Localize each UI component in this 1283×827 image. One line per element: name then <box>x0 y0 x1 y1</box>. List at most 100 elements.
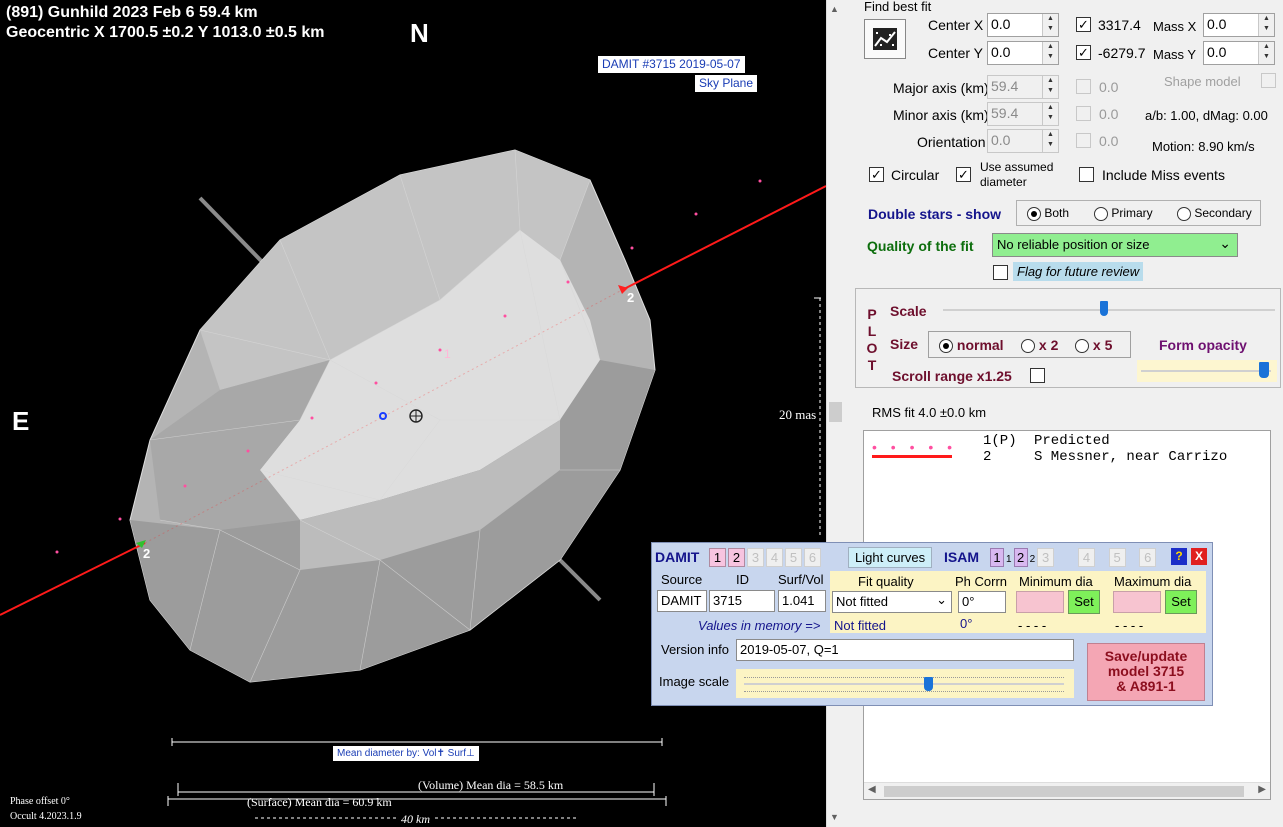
chord-2-label-start: 2 <box>143 546 151 561</box>
quality-label: Quality of the fit <box>867 238 974 254</box>
fit-quality-dropdown[interactable]: Not fitted ⌄ <box>832 591 952 613</box>
chord-1-label: 1 <box>444 347 451 361</box>
scroll-range-checkbox[interactable] <box>1030 368 1045 383</box>
quality-dropdown[interactable]: No reliable position or size ⌄ <box>992 233 1238 257</box>
motion-text: Motion: 8.90 km/s <box>1152 139 1255 154</box>
spin-arrows-icon[interactable]: ▲ ▼ <box>1258 14 1274 36</box>
spin-arrows-icon[interactable]: ▲ ▼ <box>1042 76 1058 98</box>
damit-model-3[interactable]: 3 <box>747 548 764 567</box>
isam-model-5[interactable]: 5 <box>1108 548 1126 567</box>
scroll-up-icon[interactable]: ▲ <box>830 4 839 14</box>
form-opacity-slider[interactable] <box>1137 360 1277 382</box>
fix-y-checkbox[interactable]: ✓ <box>1076 45 1091 60</box>
horizontal-scrollbar[interactable]: ◀ ▶ <box>864 782 1270 799</box>
scale-slider[interactable] <box>943 298 1275 320</box>
version-info-field[interactable]: 2019-05-07, Q=1 <box>736 639 1074 661</box>
chevron-down-icon: ⌄ <box>1219 235 1231 251</box>
source-field[interactable]: DAMIT <box>657 590 707 612</box>
h-scroll-thumb[interactable] <box>884 786 1244 797</box>
values-in-memory-label: Values in memory => <box>698 618 821 633</box>
save-update-button[interactable]: Save/update model 3715 & A891-1 <box>1087 643 1205 701</box>
help-icon[interactable]: ? <box>1171 548 1187 565</box>
image-scale-thumb[interactable] <box>924 677 933 691</box>
surfvol-field[interactable]: 1.041 <box>778 590 826 612</box>
scroll-thumb[interactable] <box>829 402 842 422</box>
source-label: Source <box>661 572 703 587</box>
major-axis-input[interactable]: 59.4 ▲ ▼ <box>987 75 1059 99</box>
close-icon[interactable]: X <box>1191 548 1207 565</box>
spin-arrows-icon[interactable]: ▲ ▼ <box>1042 42 1058 64</box>
plot-vertical-label: PLOT <box>866 306 878 373</box>
spin-arrows-icon[interactable]: ▲ ▼ <box>1258 42 1274 64</box>
light-curves-button[interactable]: Light curves <box>848 547 933 568</box>
surface-mean-dia: (Surface) Mean dia = 60.9 km <box>247 795 392 809</box>
include-miss-checkbox[interactable] <box>1079 167 1094 182</box>
y-value: -6279.7 <box>1098 45 1146 61</box>
volume-mean-dia: (Volume) Mean dia = 58.5 km <box>418 778 564 792</box>
radio-x2[interactable]: x 2 <box>1021 337 1058 354</box>
memory-max-dia: - - - - <box>1115 618 1144 633</box>
scroll-left-icon[interactable]: ◀ <box>868 784 876 795</box>
fix-major-checkbox[interactable] <box>1076 79 1091 94</box>
damit-model-5[interactable]: 5 <box>785 548 802 567</box>
damit-model-1[interactable]: 1 <box>709 548 726 567</box>
size-group: normal x 2 x 5 <box>928 331 1131 358</box>
image-scale-slider[interactable] <box>736 669 1074 698</box>
damit-model-tag: DAMIT #3715 2019-05-07 <box>598 56 745 73</box>
id-label: ID <box>736 572 749 587</box>
damit-model-6[interactable]: 6 <box>804 548 821 567</box>
fix-orientation-checkbox[interactable] <box>1076 133 1091 148</box>
find-best-fit-label: Find best fit <box>864 0 932 14</box>
max-dia-field[interactable] <box>1113 591 1161 613</box>
circular-checkbox[interactable]: ✓ <box>869 167 884 182</box>
radio-both[interactable]: Both <box>1027 206 1069 221</box>
orientation-input[interactable]: 0.0 ▲ ▼ <box>987 129 1059 153</box>
legend-2-text: S Messner, near Carrizo <box>1034 449 1228 465</box>
ph-corrn-label: Ph Corrn <box>955 574 1008 589</box>
id-field[interactable]: 3715 <box>709 590 775 612</box>
radio-primary[interactable]: Primary <box>1094 206 1153 221</box>
east-label: E <box>12 406 30 436</box>
fix-minor-checkbox[interactable] <box>1076 106 1091 121</box>
best-fit-icon <box>873 28 897 50</box>
fix-x-checkbox[interactable]: ✓ <box>1076 17 1091 32</box>
spin-arrows-icon[interactable]: ▲ ▼ <box>1042 130 1058 152</box>
scroll-right-icon[interactable]: ▶ <box>1258 784 1266 795</box>
damit-model-4[interactable]: 4 <box>766 548 783 567</box>
center-x-input[interactable]: 0.0 ▲ ▼ <box>987 13 1059 37</box>
use-assumed-label: Use assumed diameter <box>980 160 1054 189</box>
set-max-dia-button[interactable]: Set <box>1165 590 1197 614</box>
opacity-slider-thumb[interactable] <box>1259 362 1269 378</box>
min-dia-field[interactable] <box>1016 591 1064 613</box>
mass-y-input[interactable]: 0.0 ▲ ▼ <box>1203 41 1275 65</box>
scale-slider-thumb[interactable] <box>1100 301 1108 316</box>
set-min-dia-button[interactable]: Set <box>1068 590 1100 614</box>
isam-model-3[interactable]: 3 <box>1037 548 1055 567</box>
shape-model-label: Shape model <box>1164 74 1241 89</box>
minor-axis-input[interactable]: 59.4 ▲ ▼ <box>987 102 1059 126</box>
center-y-input[interactable]: 0.0 ▲ ▼ <box>987 41 1059 65</box>
isam-model-2[interactable]: 2 <box>1013 548 1028 567</box>
radio-x5[interactable]: x 5 <box>1075 337 1112 354</box>
mass-x-input[interactable]: 0.0 ▲ ▼ <box>1203 13 1275 37</box>
isam-model-4[interactable]: 4 <box>1078 548 1095 567</box>
shape-model-checkbox[interactable] <box>1261 73 1276 88</box>
use-assumed-checkbox[interactable]: ✓ <box>956 167 971 182</box>
radio-normal[interactable]: normal <box>939 337 1004 354</box>
damit-model-2[interactable]: 2 <box>728 548 745 567</box>
memory-min-dia: - - - - <box>1018 618 1047 633</box>
center-x-label: Center X <box>928 17 984 33</box>
circular-label: Circular <box>891 167 940 183</box>
ph-corrn-field[interactable]: 0° <box>958 591 1006 613</box>
scroll-down-icon[interactable]: ▼ <box>830 812 839 822</box>
orientation-fixed-value: 0.0 <box>1099 133 1119 149</box>
isam-model-6[interactable]: 6 <box>1139 548 1157 567</box>
spin-arrows-icon[interactable]: ▲ ▼ <box>1042 103 1058 125</box>
isam-model-1[interactable]: 1 <box>990 548 1004 567</box>
find-best-fit-button[interactable] <box>864 19 906 59</box>
radio-secondary[interactable]: Secondary <box>1177 206 1252 221</box>
size-label: Size <box>890 336 919 352</box>
flag-review-checkbox[interactable] <box>993 265 1008 280</box>
km-scale-label: 40 km <box>399 812 432 827</box>
spin-arrows-icon[interactable]: ▲ ▼ <box>1042 14 1058 36</box>
